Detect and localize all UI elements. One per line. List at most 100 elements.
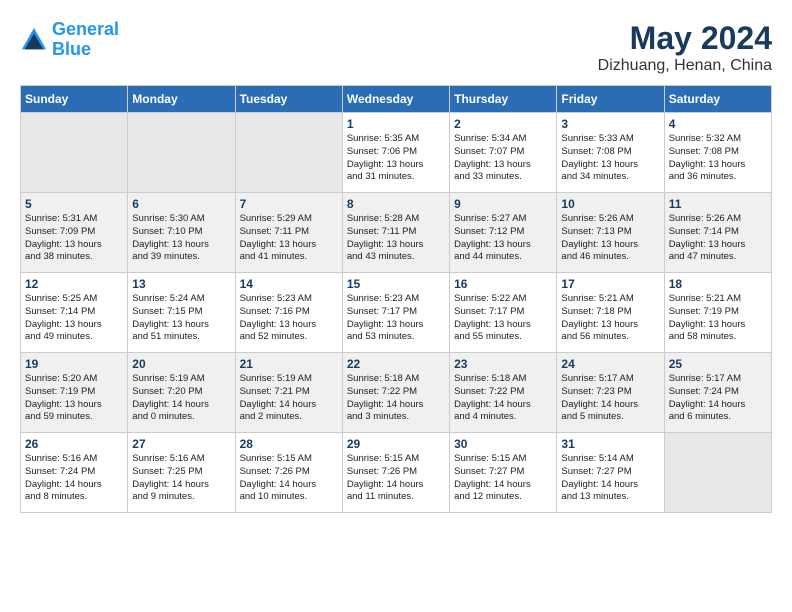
day-number: 25 [669,357,767,371]
calendar-cell: 1 Sunrise: 5:35 AM Sunset: 7:06 PM Daylig… [342,113,449,193]
calendar-cell: 2 Sunrise: 5:34 AM Sunset: 7:07 PM Daylig… [450,113,557,193]
cell-content: Sunrise: 5:25 AM Sunset: 7:14 PM Dayligh… [25,293,123,344]
cell-content: Sunrise: 5:34 AM Sunset: 7:07 PM Dayligh… [454,133,552,184]
cell-content: Sunrise: 5:23 AM Sunset: 7:16 PM Dayligh… [240,293,338,344]
day-number: 10 [561,197,659,211]
calendar-cell: 19 Sunrise: 5:20 AM Sunset: 7:19 PM Dayli… [21,353,128,433]
day-number: 21 [240,357,338,371]
cell-content: Sunrise: 5:23 AM Sunset: 7:17 PM Dayligh… [347,293,445,344]
day-number: 16 [454,277,552,291]
day-number: 5 [25,197,123,211]
calendar-cell [128,113,235,193]
day-number: 11 [669,197,767,211]
header-thursday: Thursday [450,86,557,113]
calendar-cell: 12 Sunrise: 5:25 AM Sunset: 7:14 PM Dayli… [21,273,128,353]
header-monday: Monday [128,86,235,113]
calendar-cell: 5 Sunrise: 5:31 AM Sunset: 7:09 PM Daylig… [21,193,128,273]
day-number: 4 [669,117,767,131]
cell-content: Sunrise: 5:24 AM Sunset: 7:15 PM Dayligh… [132,293,230,344]
day-number: 28 [240,437,338,451]
header-saturday: Saturday [664,86,771,113]
cell-content: Sunrise: 5:21 AM Sunset: 7:18 PM Dayligh… [561,293,659,344]
calendar-cell [21,113,128,193]
calendar-cell: 24Sunrise: 5:17 AM Sunset: 7:23 PM Dayli… [557,353,664,433]
cell-content: Sunrise: 5:28 AM Sunset: 7:11 PM Dayligh… [347,213,445,264]
calendar-cell: 16 Sunrise: 5:22 AM Sunset: 7:17 PM Dayli… [450,273,557,353]
cell-content: Sunrise: 5:19 AM Sunset: 7:21 PM Dayligh… [240,373,338,424]
header-tuesday: Tuesday [235,86,342,113]
cell-content: Sunrise: 5:17 AM Sunset: 7:23 PM Dayligh… [561,373,659,424]
day-number: 2 [454,117,552,131]
day-number: 8 [347,197,445,211]
cell-content: Sunrise: 5:20 AM Sunset: 7:19 PM Dayligh… [25,373,123,424]
header-row: SundayMondayTuesdayWednesdayThursdayFrid… [21,86,772,113]
calendar-cell: 23 Sunrise: 5:18 AM Sunset: 7:22 PM Dayli… [450,353,557,433]
calendar-cell: 22 Sunrise: 5:18 AM Sunset: 7:22 PM Dayli… [342,353,449,433]
cell-content: Sunrise: 5:18 AM Sunset: 7:22 PM Dayligh… [454,373,552,424]
calendar-cell: 4 Sunrise: 5:32 AM Sunset: 7:08 PM Daylig… [664,113,771,193]
day-number: 1 [347,117,445,131]
day-number: 12 [25,277,123,291]
calendar-cell: 11 Sunrise: 5:26 AM Sunset: 7:14 PM Dayli… [664,193,771,273]
header-friday: Friday [557,86,664,113]
logo-text: General Blue [52,20,119,60]
calendar-cell: 15Sunrise: 5:23 AM Sunset: 7:17 PM Dayli… [342,273,449,353]
cell-content: Sunrise: 5:22 AM Sunset: 7:17 PM Dayligh… [454,293,552,344]
calendar-cell: 21 Sunrise: 5:19 AM Sunset: 7:21 PM Dayli… [235,353,342,433]
cell-content: Sunrise: 5:15 AM Sunset: 7:26 PM Dayligh… [240,453,338,504]
month-year: May 2024 [598,20,772,57]
day-number: 20 [132,357,230,371]
cell-content: Sunrise: 5:17 AM Sunset: 7:24 PM Dayligh… [669,373,767,424]
calendar-cell [235,113,342,193]
day-number: 31 [561,437,659,451]
calendar-cell: 30 Sunrise: 5:15 AM Sunset: 7:27 PM Dayli… [450,433,557,513]
week-row-3: 12 Sunrise: 5:25 AM Sunset: 7:14 PM Dayli… [21,273,772,353]
calendar-cell: 6Sunrise: 5:30 AM Sunset: 7:10 PM Daylig… [128,193,235,273]
calendar-cell: 14Sunrise: 5:23 AM Sunset: 7:16 PM Dayli… [235,273,342,353]
cell-content: Sunrise: 5:30 AM Sunset: 7:10 PM Dayligh… [132,213,230,264]
calendar-cell: 28 Sunrise: 5:15 AM Sunset: 7:26 PM Dayli… [235,433,342,513]
calendar-cell: 13 Sunrise: 5:24 AM Sunset: 7:15 PM Dayli… [128,273,235,353]
calendar-cell: 27 Sunrise: 5:16 AM Sunset: 7:25 PM Dayli… [128,433,235,513]
calendar-cell: 18Sunrise: 5:21 AM Sunset: 7:19 PM Dayli… [664,273,771,353]
calendar-cell: 25 Sunrise: 5:17 AM Sunset: 7:24 PM Dayli… [664,353,771,433]
calendar-cell: 10Sunrise: 5:26 AM Sunset: 7:13 PM Dayli… [557,193,664,273]
header-sunday: Sunday [21,86,128,113]
cell-content: Sunrise: 5:35 AM Sunset: 7:06 PM Dayligh… [347,133,445,184]
day-number: 22 [347,357,445,371]
calendar-cell: 17 Sunrise: 5:21 AM Sunset: 7:18 PM Dayli… [557,273,664,353]
day-number: 23 [454,357,552,371]
logo-icon [20,26,48,54]
day-number: 3 [561,117,659,131]
cell-content: Sunrise: 5:15 AM Sunset: 7:26 PM Dayligh… [347,453,445,504]
day-number: 19 [25,357,123,371]
week-row-5: 26Sunrise: 5:16 AM Sunset: 7:24 PM Dayli… [21,433,772,513]
calendar-cell [664,433,771,513]
cell-content: Sunrise: 5:33 AM Sunset: 7:08 PM Dayligh… [561,133,659,184]
cell-content: Sunrise: 5:26 AM Sunset: 7:14 PM Dayligh… [669,213,767,264]
cell-content: Sunrise: 5:16 AM Sunset: 7:25 PM Dayligh… [132,453,230,504]
page-header: General Blue May 2024 Dizhuang, Henan, C… [20,20,772,75]
week-row-1: 1 Sunrise: 5:35 AM Sunset: 7:06 PM Daylig… [21,113,772,193]
cell-content: Sunrise: 5:18 AM Sunset: 7:22 PM Dayligh… [347,373,445,424]
title-block: May 2024 Dizhuang, Henan, China [598,20,772,75]
calendar-cell: 26Sunrise: 5:16 AM Sunset: 7:24 PM Dayli… [21,433,128,513]
logo-line2: Blue [52,39,91,59]
cell-content: Sunrise: 5:31 AM Sunset: 7:09 PM Dayligh… [25,213,123,264]
cell-content: Sunrise: 5:19 AM Sunset: 7:20 PM Dayligh… [132,373,230,424]
day-number: 17 [561,277,659,291]
logo: General Blue [20,20,119,60]
day-number: 26 [25,437,123,451]
day-number: 13 [132,277,230,291]
logo-line1: General [52,19,119,39]
calendar-cell: 29 Sunrise: 5:15 AM Sunset: 7:26 PM Dayli… [342,433,449,513]
cell-content: Sunrise: 5:29 AM Sunset: 7:11 PM Dayligh… [240,213,338,264]
day-number: 27 [132,437,230,451]
day-number: 30 [454,437,552,451]
day-number: 29 [347,437,445,451]
cell-content: Sunrise: 5:32 AM Sunset: 7:08 PM Dayligh… [669,133,767,184]
day-number: 18 [669,277,767,291]
calendar-cell: 3 Sunrise: 5:33 AM Sunset: 7:08 PM Daylig… [557,113,664,193]
calendar-cell: 7Sunrise: 5:29 AM Sunset: 7:11 PM Daylig… [235,193,342,273]
cell-content: Sunrise: 5:15 AM Sunset: 7:27 PM Dayligh… [454,453,552,504]
